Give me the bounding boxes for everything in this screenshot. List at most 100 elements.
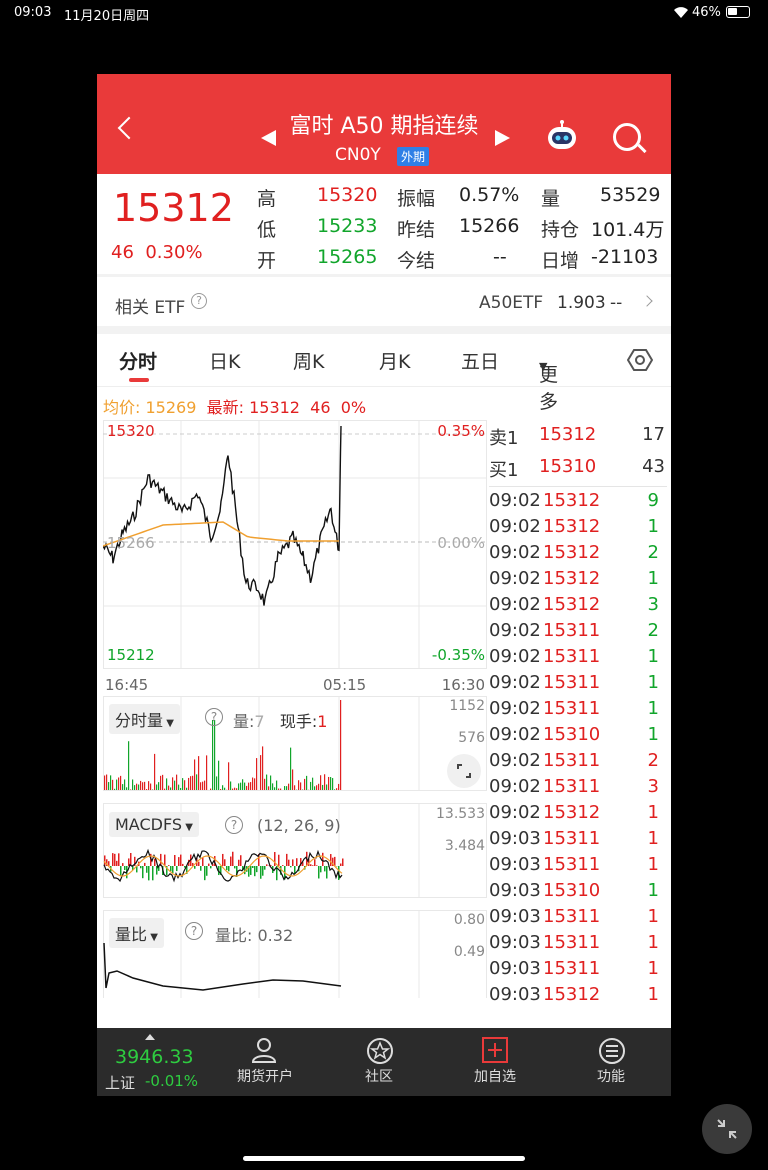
axis-top-pct: 0.35% [437, 422, 485, 440]
divider [97, 326, 671, 334]
trade-time: 09:03 [489, 984, 541, 1005]
macd-params: (12, 26, 9) [257, 816, 341, 835]
nav-community[interactable]: 社区 [329, 1028, 429, 1096]
macd-bar [310, 864, 312, 866]
trade-volume: 3 [647, 776, 659, 797]
back-arrow-icon[interactable] [117, 116, 141, 140]
help-icon[interactable]: ? [191, 293, 207, 309]
volume-bar [182, 778, 184, 790]
next-contract-icon[interactable] [495, 130, 510, 146]
trade-row: 09:02 15310 1 [489, 724, 667, 750]
macd-bar [144, 862, 146, 866]
bid-volume: 43 [642, 456, 665, 477]
search-icon[interactable] [613, 123, 647, 154]
trade-row: 09:02 15311 3 [489, 776, 667, 802]
trade-row: 09:03 15311 1 [489, 854, 667, 880]
macd-bar [260, 866, 262, 879]
caret-up-icon [145, 1034, 155, 1040]
prev-contract-icon[interactable] [261, 130, 276, 146]
ratio-indicator-select[interactable]: 量比 ▼ [109, 918, 164, 948]
trade-price: 15311 [543, 672, 601, 693]
volume-bar [122, 784, 124, 790]
expand-fullscreen-icon[interactable] [447, 754, 481, 788]
volume-bar [228, 762, 230, 790]
macd-indicator-select[interactable]: MACDFS ▼ [109, 812, 199, 837]
trade-time: 09:03 [489, 932, 541, 953]
collapse-window-button[interactable] [702, 1104, 752, 1154]
macd-bar [128, 858, 130, 866]
volume-indicator-select[interactable]: 分时量 ▼ [109, 704, 180, 734]
macd-bar [264, 866, 266, 870]
help-icon[interactable]: ? [185, 922, 203, 940]
trade-price: 15311 [543, 932, 601, 953]
volume-bar [104, 775, 106, 790]
related-etf-row[interactable]: 相关 ETF ? A50ETF 1.903 -- [97, 277, 671, 326]
quote-panel: 15312 46 0.30% 高 15320 低 15233 开 15265 振… [97, 174, 671, 284]
macd-bar [104, 855, 106, 866]
robot-assistant-icon[interactable] [544, 120, 580, 152]
trade-time: 09:03 [489, 828, 541, 849]
volume-bar [112, 779, 114, 790]
macd-bar [222, 853, 224, 866]
trade-row: 09:02 15311 2 [489, 750, 667, 776]
ratio-value: 0.32 [257, 926, 294, 945]
volume-bar [164, 788, 166, 790]
volume-bar [252, 777, 254, 790]
trade-row: 09:02 15312 9 [489, 490, 667, 516]
volume-bar [236, 788, 238, 790]
macd-bar [164, 854, 166, 866]
prev-label: 昨结 [397, 219, 436, 241]
axis-mid-pct: 0.00% [437, 534, 485, 552]
status-time: 09:03 [14, 5, 52, 20]
volume-bar [138, 784, 140, 790]
volume-ratio-line [103, 942, 342, 991]
volume-bar [188, 777, 190, 790]
volume-bar [192, 775, 194, 790]
ratio-line [103, 942, 342, 991]
nav-account-open[interactable]: 期货开户 [215, 1028, 315, 1096]
index-name: 上证 [105, 1074, 136, 1092]
ratio-readout: 量比: 0.32 [215, 922, 293, 946]
macd-bar [314, 859, 316, 866]
ratio-indicator-label: 量比 [115, 925, 148, 944]
macd-bar [224, 859, 226, 866]
bottom-nav: 3946.33 上证 -0.01% 期货开户 社区 加自选 功能 [97, 1028, 671, 1096]
volume-bar [306, 775, 308, 790]
volume-bar [158, 782, 160, 790]
nav-add-watchlist[interactable]: 加自选 [445, 1028, 545, 1096]
active-tab-indicator [129, 378, 149, 382]
avg-label: 均价: [103, 398, 141, 417]
chevron-right-icon [641, 295, 653, 307]
volume-bar [284, 786, 286, 790]
help-icon[interactable]: ? [225, 816, 243, 834]
settings-hexagon-icon[interactable] [626, 348, 654, 377]
divider [489, 486, 667, 487]
macd-bar [180, 854, 182, 866]
volume-bar [146, 789, 148, 790]
axis-top-price: 15320 [107, 422, 155, 440]
index-ticker[interactable]: 3946.33 上证 -0.01% [97, 1028, 209, 1096]
tab-monthly-k[interactable]: 月K [379, 347, 410, 374]
tab-five-day[interactable]: 五日 [461, 347, 499, 374]
price-line [102, 425, 342, 606]
volume-bar [108, 782, 110, 790]
nav-functions[interactable]: 功能 [561, 1028, 661, 1096]
volume-bar [120, 775, 122, 790]
price-change: 46 0.30% [111, 242, 203, 263]
volume-bar [314, 786, 316, 790]
volume-bar [126, 787, 128, 790]
volume-bar [116, 779, 118, 790]
wifi-icon [673, 5, 689, 23]
collapse-arrows-icon [717, 1119, 737, 1139]
tab-intraday[interactable]: 分时 [119, 347, 157, 374]
vol-q-value: 7 [254, 712, 265, 731]
change-pct: 0.30% [145, 242, 203, 263]
ask-price: 15312 [539, 424, 597, 445]
help-icon[interactable]: ? [205, 708, 223, 726]
tab-daily-k[interactable]: 日K [209, 347, 240, 374]
macd-bar [254, 866, 256, 877]
tab-weekly-k[interactable]: 周K [293, 347, 324, 374]
intraday-chart-area[interactable]: 15320 0.35% 15266 0.00% 15212 -0.35% 16:… [102, 418, 487, 1008]
status-date: 11月20日周四 [64, 9, 150, 24]
volume-bar [162, 774, 164, 790]
